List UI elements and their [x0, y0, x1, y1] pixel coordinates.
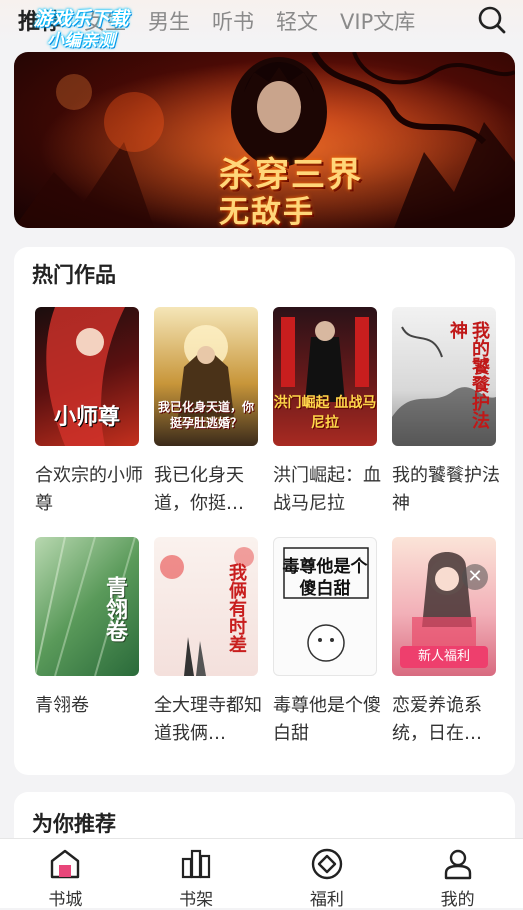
- book-title: 合欢宗的小师尊: [35, 465, 143, 514]
- cover-text: 青翎卷: [102, 576, 128, 642]
- book-item[interactable]: 我已化身天道，你挺孕肚逃婚？ 我已化身天道，你挺…: [154, 307, 258, 518]
- nav-label: 书城: [48, 890, 83, 910]
- book-item[interactable]: 我俩有时差 全大理寺都知道我俩…: [154, 537, 262, 748]
- tab-light-novel[interactable]: 轻文: [276, 6, 318, 36]
- store-icon: [51, 849, 80, 879]
- book-cover: 我俩有时差: [154, 537, 258, 676]
- book-title: 我已化身天道，你挺…: [154, 465, 244, 514]
- book-title: 我的饕餮护法神: [392, 465, 500, 514]
- book-title: 全大理寺都知道我俩…: [154, 695, 262, 744]
- nav-store[interactable]: 书城: [0, 839, 131, 910]
- nav-label: 福利: [309, 890, 344, 910]
- book-item[interactable]: 毒尊他是个傻白甜 毒尊他是个傻白甜: [273, 537, 381, 748]
- profile-icon: [444, 849, 471, 880]
- welfare-icon: [311, 848, 343, 880]
- hot-works-section: 热门作品 小师尊 合欢宗的小师尊 我已化身天道，你挺孕肚逃婚？ 我已化身天道，你…: [14, 247, 515, 775]
- book-item[interactable]: 小师尊 合欢宗的小师尊: [35, 307, 143, 518]
- tab-audiobook[interactable]: 听书: [212, 6, 254, 36]
- book-item[interactable]: 青翎卷 青翎卷: [35, 537, 139, 720]
- book-cover: 我已化身天道，你挺孕肚逃婚？: [154, 307, 258, 446]
- nav-label: 书架: [179, 890, 214, 910]
- bookshelf-icon: [182, 849, 211, 879]
- watermark-line1: 游戏乐下载: [33, 8, 129, 30]
- nav-bookshelf[interactable]: 书架: [131, 839, 262, 910]
- book-title: 毒尊他是个傻白甜: [273, 695, 381, 744]
- book-cover: 毒尊他是个傻白甜: [273, 537, 377, 676]
- cover-text: 我俩有时差: [226, 563, 247, 653]
- section-title: 热门作品: [32, 263, 116, 287]
- nav-label: 我的: [440, 890, 475, 910]
- watermark: 游戏乐下载 小编亲测: [6, 8, 156, 52]
- book-cover: 我的饕餮护法神: [392, 307, 496, 446]
- cover-text: 洪门崛起 血战马尼拉: [273, 395, 377, 431]
- bottom-navigation: 书城 书架 福利 我的: [0, 838, 523, 910]
- cover-text: 我已化身天道，你挺孕肚逃婚？: [158, 400, 255, 430]
- watermark-line2: 小编亲测: [47, 31, 115, 51]
- book-cover: 洪门崛起 血战马尼拉: [273, 307, 377, 446]
- new-user-welfare-badge[interactable]: 新人福利: [400, 646, 488, 668]
- search-icon[interactable]: [477, 5, 507, 35]
- book-cover: 新人福利: [392, 537, 496, 676]
- tab-vip-library[interactable]: VIP文库: [340, 6, 415, 36]
- nav-welfare[interactable]: 福利: [262, 839, 393, 910]
- cover-text: 我的饕餮护法神: [447, 321, 490, 429]
- book-cover: 小师尊: [35, 307, 139, 446]
- banner-subtitle: 无敌手: [219, 195, 315, 228]
- section-title: 为你推荐: [32, 812, 116, 836]
- close-icon[interactable]: ✕: [462, 564, 488, 590]
- book-title: 青翎卷: [35, 695, 89, 716]
- promo-banner[interactable]: 杀穿三界 无敌手: [14, 52, 515, 228]
- book-item[interactable]: 我的饕餮护法神 我的饕餮护法神: [392, 307, 500, 518]
- nav-profile[interactable]: 我的: [392, 839, 523, 910]
- book-item[interactable]: 洪门崛起 血战马尼拉 洪门崛起：血战马尼拉: [273, 307, 381, 518]
- book-title: 洪门崛起：血战马尼拉: [273, 465, 381, 514]
- book-cover: 青翎卷: [35, 537, 139, 676]
- cover-text: 小师尊: [53, 404, 120, 430]
- cover-text: 毒尊他是个傻白甜: [282, 557, 368, 599]
- book-title: 恋爱养诡系统，日在…: [392, 695, 482, 744]
